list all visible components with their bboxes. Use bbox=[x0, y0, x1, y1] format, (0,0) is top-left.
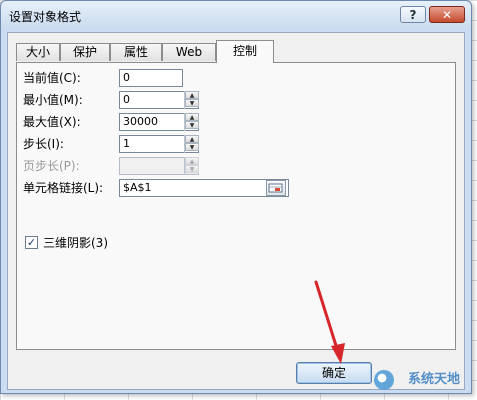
watermark-logo-icon bbox=[374, 370, 394, 390]
watermark-text: 系统天地 bbox=[408, 372, 461, 387]
tab-control[interactable]: 控制 bbox=[216, 40, 274, 63]
watermark: 系统天地 bbox=[374, 366, 477, 394]
